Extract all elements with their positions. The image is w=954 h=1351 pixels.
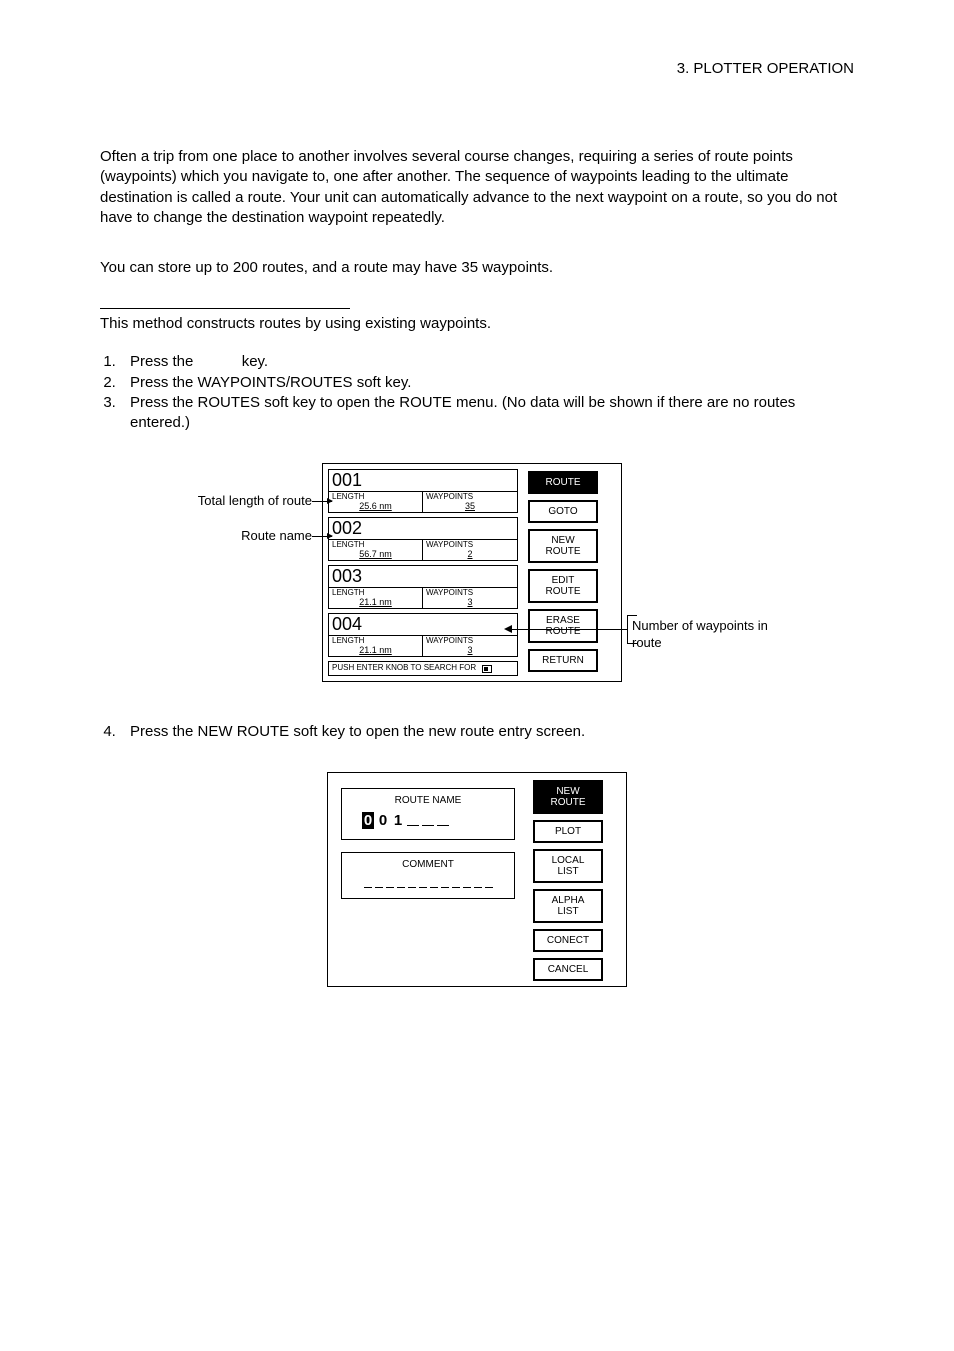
dash-slot [397, 876, 405, 888]
length-label: LENGTH [332, 636, 419, 645]
softkey-plot[interactable]: PLOT [533, 820, 603, 843]
route-list-figure: Total length of route Route name 001LENG… [172, 463, 782, 682]
route-id: 002 [329, 518, 517, 540]
length-value: 25.6 nm [332, 501, 419, 511]
route-name-chars: 001 [348, 812, 508, 829]
steps-list-2: Press the NEW ROUTE soft key to open the… [100, 722, 854, 742]
softkey-return[interactable]: RETURN [528, 649, 598, 672]
comment-field[interactable]: COMMENT [341, 852, 515, 899]
arrow-total-length [312, 501, 332, 502]
length-label: LENGTH [332, 540, 419, 549]
waypoints-value: 3 [426, 597, 514, 607]
softkey-cancel[interactable]: CANCEL [533, 958, 603, 981]
label-route-name: Route name [241, 528, 312, 543]
steps-list: Press the key. Press the WAYPOINTS/ROUTE… [100, 352, 854, 433]
step-1: Press the key. [120, 352, 854, 372]
length-value: 21.1 nm [332, 597, 419, 607]
waypoints-value: 3 [426, 645, 514, 655]
label-total-length: Total length of route [198, 493, 312, 508]
search-cursor-icon [482, 665, 492, 673]
name-char [422, 812, 434, 826]
name-char: 0 [377, 812, 389, 829]
dash-slot [430, 876, 438, 888]
right-annotations: Number of waypoints in route [622, 463, 782, 682]
softkey-alpha-list[interactable]: ALPHALIST [533, 889, 603, 923]
dash-slot [419, 876, 427, 888]
name-char: 1 [392, 812, 404, 829]
name-char [437, 812, 449, 826]
waypoints-label: WAYPOINTS [426, 588, 514, 597]
comment-label: COMMENT [348, 859, 508, 870]
waypoints-value: 35 [426, 501, 514, 511]
route-list-main: 001LENGTH25.6 nmWAYPOINTS35002LENGTH56.7… [328, 469, 518, 676]
step-4: Press the NEW ROUTE soft key to open the… [120, 722, 854, 742]
softkey-edit-route[interactable]: EDITROUTE [528, 569, 598, 603]
sub-caption: This method constructs routes by using e… [100, 315, 854, 332]
intro-paragraph-1: Often a trip from one place to another i… [100, 147, 854, 228]
softkey-route[interactable]: ROUTE [528, 471, 598, 494]
softkey-new-route[interactable]: NEWROUTE [528, 529, 598, 563]
softkey-local-list[interactable]: LOCALLIST [533, 849, 603, 883]
route-name-field[interactable]: ROUTE NAME 001 [341, 788, 515, 840]
name-char: 0 [362, 812, 374, 829]
length-label: LENGTH [332, 588, 419, 597]
route-name-label: ROUTE NAME [348, 795, 508, 806]
route-card[interactable]: 004LENGTH21.1 nm WAYPOINTS3 [328, 613, 518, 657]
dash-slot [364, 876, 372, 888]
dash-slot [452, 876, 460, 888]
softkey-goto[interactable]: GOTO [528, 500, 598, 523]
route-card[interactable]: 001LENGTH25.6 nm WAYPOINTS35 [328, 469, 518, 513]
dash-slot [474, 876, 482, 888]
dash-slot [441, 876, 449, 888]
softkey-conect[interactable]: CONECT [533, 929, 603, 952]
section-label: 3. PLOTTER OPERATION [677, 60, 854, 77]
dash-slot [375, 876, 383, 888]
dash-slot [386, 876, 394, 888]
arrowline-wp-count [512, 629, 627, 630]
waypoints-label: WAYPOINTS [426, 636, 514, 645]
waypoints-value: 2 [426, 549, 514, 559]
softkey-new-route[interactable]: NEWROUTE [533, 780, 603, 814]
dash-slot [408, 876, 416, 888]
arrow-route-name [312, 536, 332, 537]
new-route-figure: ROUTE NAME 001 COMMENT NEWROUTEPLOTLOCAL… [327, 772, 627, 987]
intro-paragraph-2: You can store up to 200 routes, and a ro… [100, 258, 854, 278]
step-3: Press the ROUTES soft key to open the RO… [120, 393, 854, 434]
search-hint-text: PUSH ENTER KNOB TO SEARCH FOR [332, 664, 476, 673]
new-route-main: ROUTE NAME 001 COMMENT [333, 778, 523, 981]
name-char [407, 812, 419, 826]
softkey-erase-route[interactable]: ERASEROUTE [528, 609, 598, 643]
device-screen: 001LENGTH25.6 nmWAYPOINTS35002LENGTH56.7… [322, 463, 622, 682]
waypoints-label: WAYPOINTS [426, 540, 514, 549]
dash-slot [463, 876, 471, 888]
new-route-softkeys-column: NEWROUTE PLOT LOCALLIST ALPHALIST CONECT CANC… [523, 778, 613, 981]
label-wp-count: Number of waypoints in route [632, 618, 782, 652]
left-annotations: Total length of route Route name [172, 463, 322, 682]
search-hint: PUSH ENTER KNOB TO SEARCH FOR [328, 661, 518, 676]
section-rule [100, 308, 350, 309]
length-value: 21.1 nm [332, 645, 419, 655]
page-header: 3. PLOTTER OPERATION [100, 60, 854, 77]
route-card[interactable]: 003LENGTH21.1 nm WAYPOINTS3 [328, 565, 518, 609]
dash-slot [485, 876, 493, 888]
route-id: 003 [329, 566, 517, 588]
arrowhead-wp-count [504, 625, 512, 633]
route-id: 001 [329, 470, 517, 492]
length-label: LENGTH [332, 492, 419, 501]
waypoints-label: WAYPOINTS [426, 492, 514, 501]
step-2: Press the WAYPOINTS/ROUTES soft key. [120, 373, 854, 393]
comment-dashes [348, 876, 508, 888]
route-id: 004 [329, 614, 517, 636]
length-value: 56.7 nm [332, 549, 419, 559]
route-card[interactable]: 002LENGTH56.7 nm WAYPOINTS2 [328, 517, 518, 561]
route-softkeys-column: ROUTE GOTO NEWROUTE EDITROUTE ERASEROUTE RETU… [518, 469, 608, 676]
